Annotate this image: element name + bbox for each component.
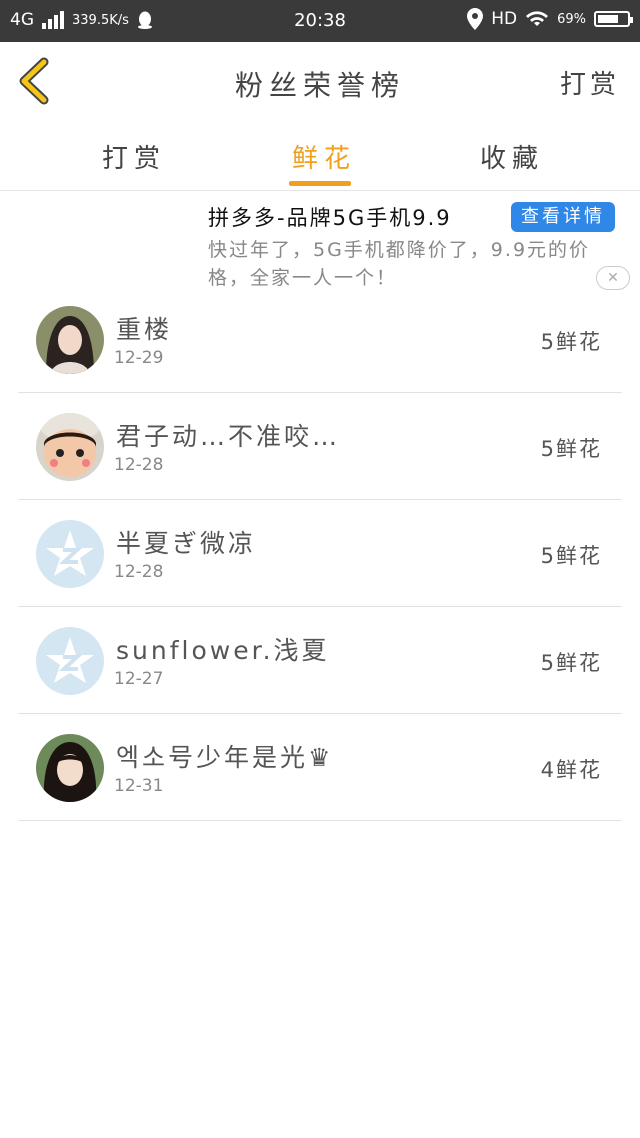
fan-date: 12-28 xyxy=(114,562,164,582)
qzone-default-icon xyxy=(36,520,104,588)
wifi-icon xyxy=(526,11,549,26)
battery-icon xyxy=(594,11,633,27)
location-icon xyxy=(467,8,484,30)
hd-label: HD xyxy=(491,9,518,29)
status-bar: 4G 339.5K/s 20:38 HD 69% xyxy=(0,0,640,42)
list-item[interactable]: 半夏ぎ微凉 12-28 5鲜花 xyxy=(18,500,622,607)
list-item[interactable]: 重楼 12-29 5鲜花 xyxy=(18,286,622,393)
fan-date: 12-27 xyxy=(114,669,164,689)
flower-count: 5鲜花 xyxy=(540,437,602,461)
list-item[interactable]: sunflower.浅夏 12-27 5鲜花 xyxy=(18,607,622,714)
fan-name: 엑소号少年是光♛ xyxy=(116,743,334,772)
fan-list: 重楼 12-29 5鲜花 君子动…不准咬… 12-28 5鲜花 半夏ぎ微凉 12… xyxy=(18,286,622,821)
status-right: HD 69% xyxy=(467,8,633,30)
reward-button[interactable]: 打赏 xyxy=(560,64,620,101)
avatar xyxy=(36,627,104,695)
fan-name: 重楼 xyxy=(116,315,173,344)
flower-count: 5鲜花 xyxy=(540,651,602,675)
qzone-default-icon xyxy=(36,627,104,695)
list-item[interactable]: 君子动…不准咬… 12-28 5鲜花 xyxy=(18,393,622,500)
tab-reward[interactable]: 打赏 xyxy=(102,138,166,175)
avatar xyxy=(36,734,104,802)
ad-banner[interactable]: 拼多多-品牌5G手机9.9 查看详情 快过年了，5G手机都降价了，9.9元的价格… xyxy=(0,192,640,292)
fan-name: sunflower.浅夏 xyxy=(116,636,330,665)
ad-detail-button[interactable]: 查看详情 xyxy=(511,202,615,232)
battery-percent: 69% xyxy=(557,11,586,27)
fan-date: 12-31 xyxy=(114,776,164,796)
flower-count: 5鲜花 xyxy=(540,544,602,568)
fan-name: 君子动…不准咬… xyxy=(116,422,341,451)
flower-count: 4鲜花 xyxy=(540,758,602,782)
tab-bar: 打赏 鲜花 收藏 xyxy=(0,120,640,191)
ad-description: 快过年了，5G手机都降价了，9.9元的价格，全家一人一个！ xyxy=(208,239,591,289)
tab-favorites[interactable]: 收藏 xyxy=(480,138,544,175)
active-tab-indicator xyxy=(289,181,351,186)
page-title: 粉丝荣誉榜 xyxy=(234,69,405,102)
avatar xyxy=(36,520,104,588)
avatar xyxy=(36,306,104,374)
flower-count: 5鲜花 xyxy=(540,330,602,354)
fan-date: 12-28 xyxy=(114,455,164,475)
tab-flowers[interactable]: 鲜花 xyxy=(292,138,356,175)
ad-title: 拼多多-品牌5G手机9.9 xyxy=(208,206,452,230)
fan-name: 半夏ぎ微凉 xyxy=(116,529,257,558)
avatar xyxy=(36,413,104,481)
header: 粉丝荣誉榜 打赏 xyxy=(0,42,640,121)
list-item[interactable]: 엑소号少年是光♛ 12-31 4鲜花 xyxy=(18,714,622,821)
fan-date: 12-29 xyxy=(114,348,164,368)
